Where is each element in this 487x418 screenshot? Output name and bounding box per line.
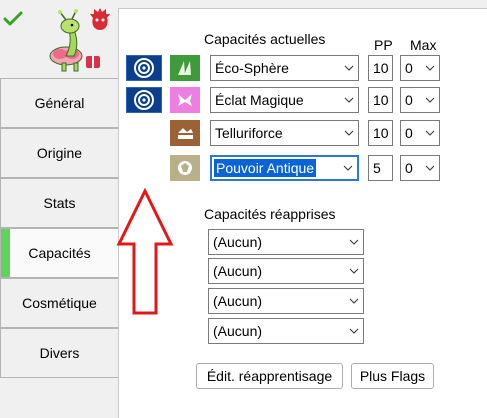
chevron-down-icon — [345, 292, 363, 310]
move-1-select[interactable]: Éco-Sphère — [210, 55, 359, 81]
move-3-max-select[interactable]: 0 — [400, 120, 440, 146]
move-1-pp-value: 10 — [373, 60, 389, 76]
tab-stats[interactable]: Stats — [0, 178, 118, 228]
chevron-down-icon — [421, 91, 439, 109]
move-1-max-select[interactable]: 0 — [400, 55, 440, 81]
tab-origine[interactable]: Origine — [0, 128, 118, 178]
tab-capacites[interactable]: Capacités — [0, 228, 118, 278]
relearn-4-select[interactable]: (Aucun) — [208, 318, 364, 344]
sidebar: Général Origine Stats Capacités Cosmétiq… — [0, 78, 118, 378]
tab-general[interactable]: Général — [0, 78, 118, 128]
move-2-max-select[interactable]: 0 — [400, 87, 440, 113]
move-3-max-value: 0 — [405, 125, 413, 141]
tab-label: Capacités — [28, 245, 91, 261]
tab-label: Origine — [36, 145, 83, 161]
chevron-down-icon — [339, 159, 357, 177]
move-1-max-value: 0 — [405, 60, 413, 76]
chevron-down-icon — [421, 124, 439, 142]
relearn-3-select[interactable]: (Aucun) — [208, 288, 364, 314]
relearn-4-value: (Aucun) — [213, 323, 263, 339]
active-tab-indicator — [1, 229, 10, 277]
move-3-select[interactable]: Telluriforce — [210, 120, 359, 146]
tab-label: Stats — [43, 195, 76, 211]
check-icon — [3, 10, 23, 28]
pp-column-label: PP — [374, 37, 393, 53]
move-3-pp-value: 10 — [373, 125, 389, 141]
relearn-3-value: (Aucun) — [213, 293, 263, 309]
move-2-name: Éclat Magique — [215, 92, 304, 108]
relearn-1-value: (Aucun) — [213, 234, 263, 250]
pokeball-icon — [126, 87, 162, 113]
tab-label: Général — [34, 95, 85, 111]
plus-flags-button[interactable]: Plus Flags — [351, 363, 434, 389]
move-3-name: Telluriforce — [215, 125, 283, 141]
move-4-max-value: 0 — [405, 160, 413, 176]
chevron-down-icon — [345, 233, 363, 251]
chevron-down-icon — [345, 322, 363, 340]
grass-type-icon — [170, 55, 200, 81]
chevron-down-icon — [421, 59, 439, 77]
ground-type-icon — [170, 120, 200, 146]
chevron-down-icon — [345, 262, 363, 280]
relearn-1-select[interactable]: (Aucun) — [208, 229, 364, 255]
tab-divers[interactable]: Divers — [0, 328, 118, 378]
annotation-arrow — [116, 187, 174, 316]
move-2-pp-value: 10 — [373, 92, 389, 108]
move-1-pp-input[interactable]: 10 — [368, 55, 393, 81]
move-2-select[interactable]: Éclat Magique — [210, 87, 359, 113]
chevron-down-icon — [340, 91, 358, 109]
move-2-pp-input[interactable]: 10 — [368, 87, 393, 113]
relearn-2-select[interactable]: (Aucun) — [208, 258, 364, 284]
relearn-2-value: (Aucun) — [213, 263, 263, 279]
tab-label: Divers — [39, 345, 80, 361]
rock-type-icon — [170, 155, 200, 181]
chevron-down-icon — [340, 124, 358, 142]
move-1-name: Éco-Sphère — [215, 60, 289, 76]
move-2-max-value: 0 — [405, 92, 413, 108]
current-moves-label: Capacités actuelles — [204, 31, 326, 47]
move-4-name: Pouvoir Antique — [214, 159, 317, 177]
pokeball-icon — [126, 55, 162, 81]
move-4-pp-input[interactable]: 5 — [368, 155, 393, 181]
fairy-type-icon — [170, 87, 200, 113]
relearn-moves-label: Capacités réapprises — [204, 206, 336, 222]
tab-label: Cosmétique — [22, 295, 97, 311]
move-4-max-select[interactable]: 0 — [400, 155, 440, 181]
shiny-icon[interactable] — [88, 6, 112, 32]
move-4-pp-value: 5 — [373, 160, 381, 176]
chevron-down-icon — [340, 59, 358, 77]
move-3-pp-input[interactable]: 10 — [368, 120, 393, 146]
chevron-down-icon — [421, 159, 439, 177]
max-column-label: Max — [410, 37, 437, 53]
move-4-select[interactable]: Pouvoir Antique — [210, 155, 359, 181]
tab-cosmetique[interactable]: Cosmétique — [0, 278, 118, 328]
edit-relearn-button[interactable]: Édit. réapprentisage — [196, 363, 343, 389]
